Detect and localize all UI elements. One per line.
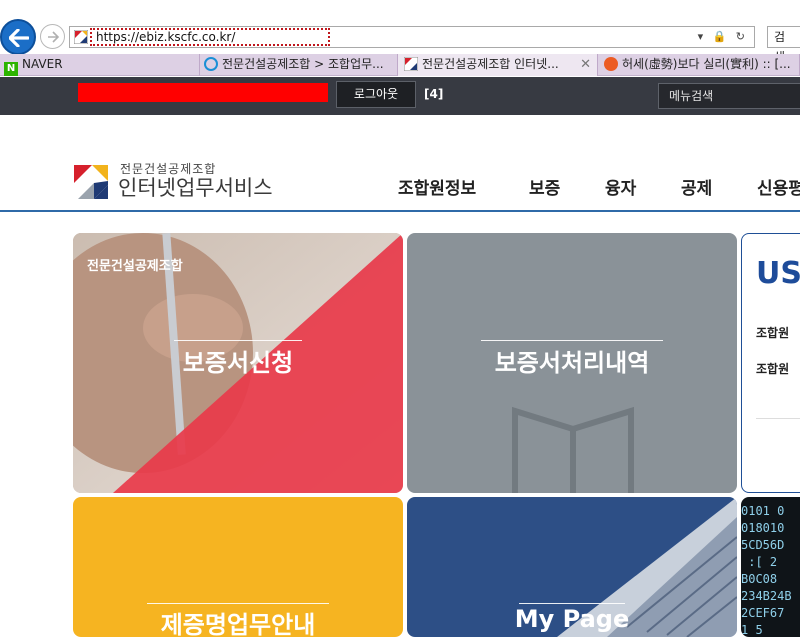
usi-divider [756, 418, 800, 419]
close-tab-icon[interactable]: ✕ [580, 54, 591, 75]
naver-icon: N [4, 62, 18, 76]
lock-refresh-icon[interactable]: ▾ 🔒 ↻ [698, 30, 748, 43]
site-top-bar: 로그아웃 [4] 메뉴검색 [0, 77, 800, 115]
kscfc-logo-icon [74, 163, 110, 201]
tile-divider [481, 340, 663, 341]
arrow-left-icon [9, 29, 29, 47]
arrow-right-icon [48, 31, 60, 43]
back-button[interactable] [0, 19, 36, 55]
logout-button[interactable]: 로그아웃 [336, 81, 416, 108]
browser-tab-row: N NAVER 전문건설공제조합 > 조합업무... 전문건설공제조합 인터넷..… [0, 54, 800, 76]
tab-naver[interactable]: N NAVER [0, 54, 200, 76]
menu-search-input[interactable]: 메뉴검색 [658, 83, 800, 109]
address-bar[interactable]: https://ebiz.kscfc.co.kr/ ▾ 🔒 ↻ [69, 26, 755, 48]
site-favicon-icon [404, 57, 418, 71]
tile-usi[interactable]: USI 조합원 조합원 [741, 233, 800, 493]
tile-divider [519, 603, 625, 604]
tile-divider [147, 603, 329, 604]
browser-address-row: https://ebiz.kscfc.co.kr/ ▾ 🔒 ↻ 검색... [0, 0, 800, 64]
ie-icon [204, 57, 218, 71]
tile-org-label: 전문건설공제조합 [87, 259, 183, 274]
tile-mypage[interactable]: My Page [407, 497, 737, 637]
blog-icon [604, 57, 618, 71]
nav-underline [0, 210, 800, 212]
tile-mypage-label: My Page [514, 605, 630, 633]
url-text[interactable]: https://ebiz.kscfc.co.kr/ [90, 28, 330, 46]
tile-guarantee-apply[interactable]: 전문건설공제조합 보증서신청 [73, 233, 403, 493]
logo-service-name: 인터넷업무서비스 [118, 176, 273, 200]
tile-exemption[interactable]: 제증명업무안내 [73, 497, 403, 637]
forward-button[interactable] [40, 24, 65, 49]
usi-title: USI [756, 256, 800, 291]
notification-count[interactable]: [4] [424, 87, 443, 101]
nav-member-info[interactable]: 조합원정보 [398, 174, 476, 199]
tab-kscfc-internet[interactable]: 전문건설공제조합 인터넷... ✕ [398, 54, 598, 76]
tile-digital[interactable]: 0101 0 018010 5CD56D :[ 2 B0C08 234B24B … [741, 497, 800, 637]
tile-exemption-label: 제증명업무안내 [160, 611, 316, 637]
tab-blog[interactable]: 허세(虛勢)보다 실리(實利) :: [... [598, 54, 800, 76]
redacted-user-info [78, 83, 328, 102]
browser-search-box[interactable]: 검색... [767, 26, 800, 64]
nav-mutual-aid[interactable]: 공제 [681, 174, 712, 199]
site-favicon-icon [74, 30, 88, 44]
tile-guarantee-apply-label: 보증서신청 [182, 349, 294, 377]
usi-line-1: 조합원 [756, 326, 790, 340]
tab-kscfc-business[interactable]: 전문건설공제조합 > 조합업무... [200, 54, 398, 76]
digital-matrix-text: 0101 0 018010 5CD56D :[ 2 B0C08 234B24B … [741, 504, 792, 637]
nav-guarantee[interactable]: 보증 [529, 174, 560, 199]
nav-credit-rating[interactable]: 신용평 [757, 174, 800, 199]
nav-loan[interactable]: 융자 [605, 174, 636, 199]
tile-guarantee-history[interactable]: 보증서처리내역 [407, 233, 737, 493]
tile-divider [174, 340, 302, 341]
usi-line-2: 조합원 [756, 362, 790, 376]
tile-guarantee-history-label: 보증서처리내역 [494, 349, 650, 377]
